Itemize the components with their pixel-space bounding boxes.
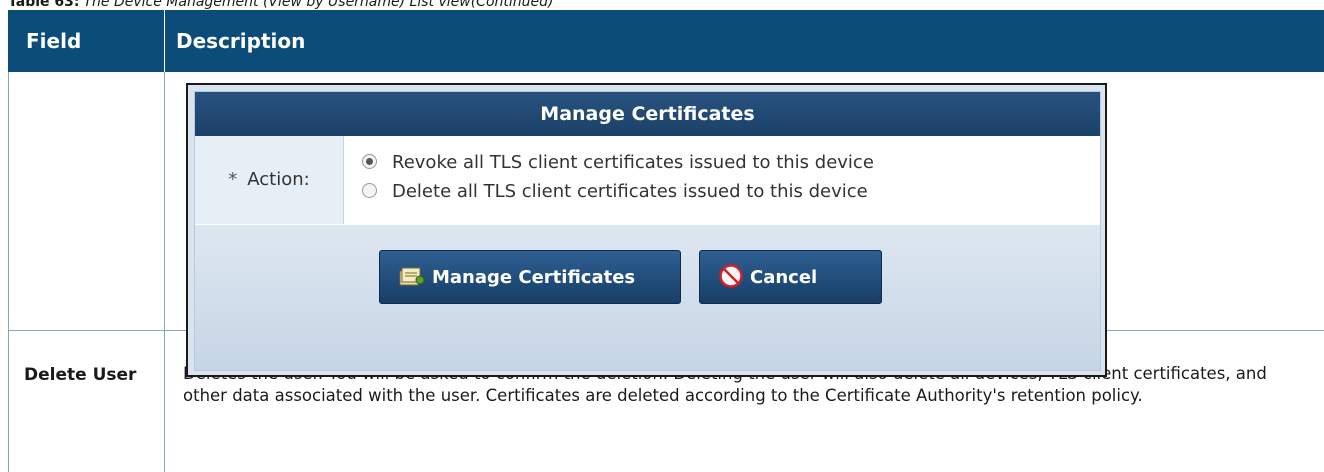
manage-certificates-button[interactable]: Manage Certificates — [379, 250, 681, 304]
cancel-button-label: Cancel — [750, 267, 818, 288]
dialog-footer: Manage Certificates Cancel — [195, 225, 1100, 370]
manage-certificates-dialog: Manage Certificates * Action: Revoke all … — [186, 83, 1107, 377]
action-label-cell: * Action: — [195, 136, 344, 224]
action-label: Action: — [247, 169, 310, 190]
no-entry-icon — [719, 264, 743, 288]
header-description: Description — [176, 29, 306, 53]
manage-certificates-button-label: Manage Certificates — [432, 267, 636, 288]
column-divider — [164, 72, 165, 472]
option-revoke-label: Revoke all TLS client certificates issue… — [392, 152, 874, 173]
radio-revoke[interactable] — [362, 153, 377, 169]
required-marker: * — [228, 169, 238, 190]
table-label: Table 63: — [8, 0, 80, 10]
dialog-body: Manage Certificates * Action: Revoke all … — [194, 91, 1101, 371]
field-delete-user: Delete User — [24, 365, 137, 385]
table-left-border — [8, 72, 9, 472]
option-delete-label: Delete all TLS client certificates issue… — [392, 181, 868, 202]
dialog-title: Manage Certificates — [195, 92, 1100, 136]
table-title: The Device Management (View by Username)… — [83, 0, 554, 10]
table-header: Field Description — [8, 10, 1324, 72]
header-field: Field — [26, 29, 82, 53]
option-delete[interactable]: Delete all TLS client certificates issue… — [362, 179, 868, 205]
radio-delete[interactable] — [362, 182, 377, 198]
cancel-button[interactable]: Cancel — [699, 250, 882, 304]
option-revoke[interactable]: Revoke all TLS client certificates issue… — [362, 150, 874, 176]
action-options: Revoke all TLS client certificates issue… — [344, 136, 1100, 224]
certificate-stack-icon — [399, 267, 425, 286]
table-caption: Table 63: The Device Management (View by … — [8, 0, 553, 10]
header-divider — [164, 10, 165, 72]
